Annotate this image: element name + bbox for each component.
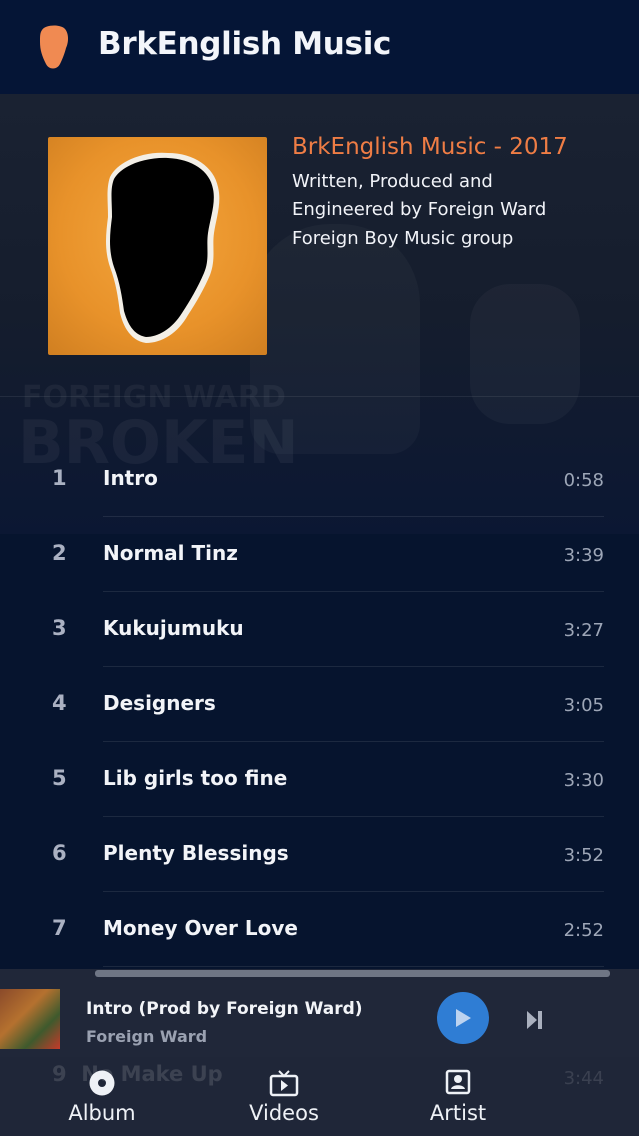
now-playing-bar[interactable]: Intro (Prod by Foreign Ward) Foreign War… (0, 969, 639, 1057)
now-playing-artwork (0, 989, 60, 1049)
logo-icon (40, 25, 69, 69)
partial-track-row: 9 No Make Up (52, 1062, 223, 1086)
nav-videos-label: Videos (249, 1101, 319, 1125)
track-duration: 3:05 (563, 695, 604, 716)
track-row[interactable]: 7 Money Over Love 2:52 (0, 892, 639, 967)
nav-album-label: Album (68, 1101, 136, 1125)
track-duration: 3:39 (563, 545, 604, 566)
track-duration: 3:30 (563, 770, 604, 791)
track-duration: 3:52 (563, 845, 604, 866)
contact-icon (445, 1069, 471, 1095)
album-title: BrkEnglish Music - 2017 (292, 134, 568, 160)
hero-divider (0, 396, 639, 397)
track-title: Kukujumuku (103, 616, 244, 640)
track-number: 9 (52, 1062, 67, 1086)
track-title: Money Over Love (103, 916, 298, 940)
album-credits-line: Engineered by Foreign Ward (292, 199, 547, 220)
track-row[interactable]: 5 Lib girls too fine 3:30 (0, 742, 639, 817)
track-number: 1 (52, 466, 67, 490)
play-icon (456, 1009, 471, 1027)
skip-next-icon[interactable] (525, 1009, 545, 1031)
nav-artist[interactable]: Artist (408, 1057, 508, 1136)
app-header: BrkEnglish Music (0, 0, 639, 94)
track-number: 6 (52, 841, 67, 865)
track-number: 3 (52, 616, 67, 640)
track-row[interactable]: 2 Normal Tinz 3:39 (0, 517, 639, 592)
track-number: 5 (52, 766, 67, 790)
play-button[interactable] (437, 992, 489, 1044)
album-label: Foreign Boy Music group (292, 228, 514, 249)
album-credits-line: Written, Produced and (292, 171, 493, 192)
nav-artist-label: Artist (429, 1101, 487, 1125)
track-number: 2 (52, 541, 67, 565)
track-number: 7 (52, 916, 67, 940)
now-playing-artist: Foreign Ward (86, 1027, 208, 1046)
track-row[interactable]: 4 Designers 3:05 (0, 667, 639, 742)
track-duration: 3:27 (563, 620, 604, 641)
head-silhouette-icon (106, 152, 220, 343)
track-row[interactable]: 6 Plenty Blessings 3:52 (0, 817, 639, 892)
track-title: Plenty Blessings (103, 841, 289, 865)
app-title: BrkEnglish Music (98, 26, 392, 62)
nav-videos[interactable]: Videos (234, 1057, 334, 1136)
row-divider (103, 966, 604, 967)
tv-icon (269, 1070, 299, 1097)
track-row[interactable]: 1 Intro 0:58 (0, 442, 639, 517)
track-title: Designers (103, 691, 216, 715)
track-duration: 0:58 (563, 470, 604, 491)
track-row[interactable]: 3 Kukujumuku 3:27 (0, 592, 639, 667)
album-info: BrkEnglish Music - 2017 Written, Produce… (292, 134, 622, 253)
track-number: 4 (52, 691, 67, 715)
track-title: Normal Tinz (103, 541, 238, 565)
now-playing-title: Intro (Prod by Foreign Ward) (86, 999, 363, 1019)
album-cover (48, 137, 267, 355)
track-duration: 3:44 (563, 1068, 604, 1089)
track-title: No Make Up (81, 1062, 223, 1086)
track-duration: 2:52 (563, 920, 604, 941)
track-title: Intro (103, 466, 158, 490)
background-figure (470, 284, 580, 424)
scrollbar[interactable] (95, 970, 610, 977)
track-title: Lib girls too fine (103, 766, 288, 790)
